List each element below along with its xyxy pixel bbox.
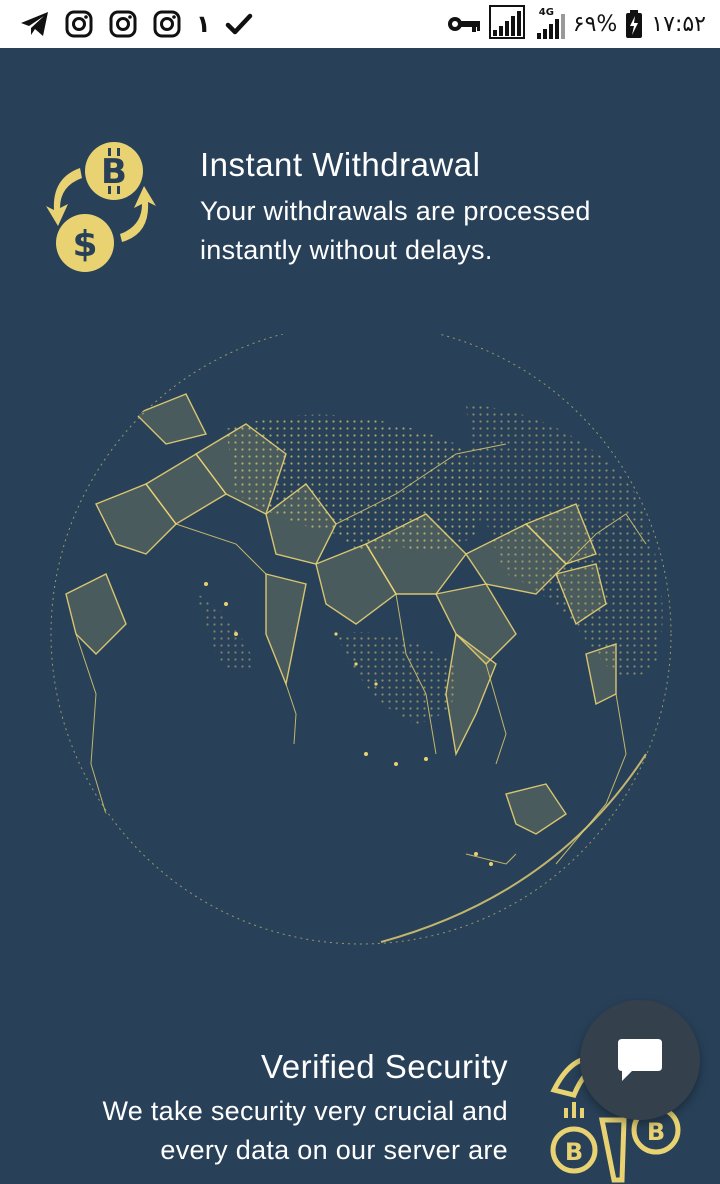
status-bar-system: 4G ۶۹% ۱۷:۵۲: [447, 5, 720, 39]
chat-bubble-icon: [618, 1039, 662, 1081]
feature-title: Verified Security: [261, 1048, 508, 1085]
world-network-globe: [50, 334, 672, 945]
telegram-icon: [20, 9, 50, 39]
bitcoin-dollar-exchange-icon: B $: [46, 142, 156, 272]
feature-description: We take security very crucial and every …: [102, 1096, 508, 1165]
vpn-key-icon: [447, 9, 481, 39]
status-bar-notifications: ١: [0, 9, 254, 39]
clock: ۱۷:۵۲: [651, 11, 706, 37]
instagram-icon: [64, 9, 94, 39]
status-bar: ١ 4G ۶۹% ۱۷:۵۲: [0, 0, 720, 48]
svg-text:B: B: [565, 1138, 583, 1166]
signal-strength-icon: [488, 5, 525, 39]
svg-text:B: B: [101, 152, 127, 192]
notification-count: ١: [196, 10, 211, 38]
chat-button[interactable]: [580, 1000, 700, 1120]
check-icon: [224, 9, 254, 39]
signal-4g-icon: 4G: [536, 7, 565, 39]
instagram-icon: [108, 9, 138, 39]
instagram-icon: [152, 9, 182, 39]
feature-description: Your withdrawals are processed instantly…: [200, 196, 591, 265]
svg-text:$: $: [72, 224, 97, 265]
battery-icon: [625, 9, 643, 39]
svg-text:B: B: [647, 1118, 665, 1146]
battery-percentage: ۶۹%: [572, 11, 618, 37]
feature-title: Instant Withdrawal: [200, 146, 481, 183]
